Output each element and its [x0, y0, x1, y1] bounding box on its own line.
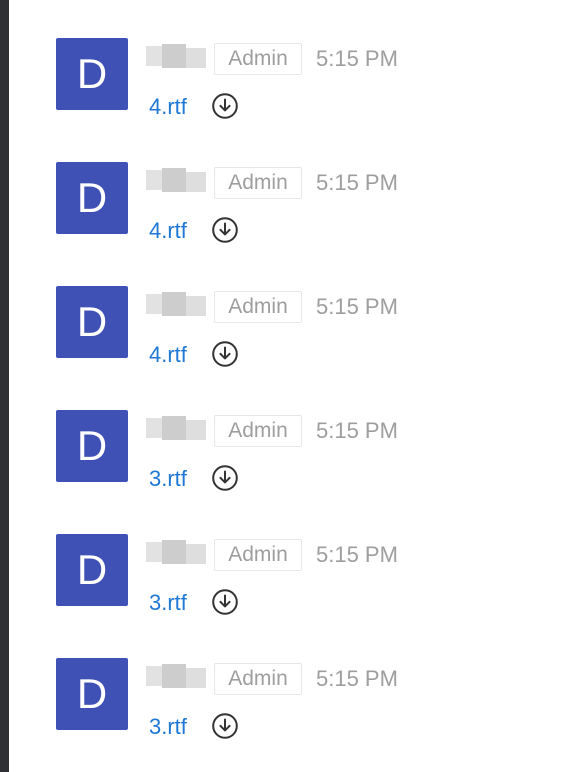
message-feed: D Admin 5:15 PM 4.rtf D Admin 5:15 PM 4.…: [0, 0, 566, 772]
redaction-blur: [146, 294, 162, 314]
redaction-blur: [162, 540, 186, 564]
avatar[interactable]: D: [56, 534, 128, 606]
message-time: 5:15 PM: [316, 666, 398, 691]
redaction-blur: [186, 296, 206, 316]
role-badge: Admin: [214, 43, 302, 75]
redaction-blur: [162, 292, 186, 316]
message-time: 5:15 PM: [316, 418, 398, 443]
avatar[interactable]: D: [56, 658, 128, 730]
avatar[interactable]: D: [56, 162, 128, 234]
avatar[interactable]: D: [56, 286, 128, 358]
sender-name-redacted: [140, 288, 210, 324]
redaction-blur: [146, 418, 162, 438]
sender-name-redacted: [140, 412, 210, 448]
message-time: 5:15 PM: [316, 170, 398, 195]
file-link[interactable]: 4.rtf: [149, 94, 187, 120]
file-link[interactable]: 3.rtf: [149, 466, 187, 492]
redaction-blur: [186, 544, 206, 564]
role-badge: Admin: [214, 663, 302, 695]
message-item: D Admin 5:15 PM 4.rtf: [0, 248, 566, 372]
redaction-blur: [186, 172, 206, 192]
download-icon[interactable]: [211, 588, 239, 616]
download-icon[interactable]: [211, 340, 239, 368]
message-item: D Admin 5:15 PM 4.rtf: [0, 124, 566, 248]
role-badge: Admin: [214, 291, 302, 323]
file-link[interactable]: 3.rtf: [149, 714, 187, 740]
redaction-blur: [162, 44, 186, 68]
message-time: 5:15 PM: [316, 46, 398, 71]
redaction-blur: [186, 48, 206, 68]
redaction-blur: [146, 170, 162, 190]
redaction-blur: [146, 666, 162, 686]
role-badge: Admin: [214, 167, 302, 199]
message-item: D Admin 5:15 PM 3.rtf: [0, 372, 566, 496]
redaction-blur: [162, 664, 186, 688]
sender-name-redacted: [140, 40, 210, 76]
message-item: D Admin 5:15 PM 4.rtf: [0, 0, 566, 124]
message-item: D Admin 5:15 PM 3.rtf: [0, 496, 566, 620]
redaction-blur: [162, 168, 186, 192]
file-link[interactable]: 4.rtf: [149, 218, 187, 244]
avatar[interactable]: D: [56, 38, 128, 110]
sender-name-redacted: [140, 536, 210, 572]
download-icon[interactable]: [211, 216, 239, 244]
role-badge: Admin: [214, 415, 302, 447]
redaction-blur: [162, 416, 186, 440]
sender-name-redacted: [140, 660, 210, 696]
file-link[interactable]: 4.rtf: [149, 342, 187, 368]
avatar[interactable]: D: [56, 410, 128, 482]
sender-name-redacted: [140, 164, 210, 200]
message-time: 5:15 PM: [316, 294, 398, 319]
download-icon[interactable]: [211, 712, 239, 740]
message-time: 5:15 PM: [316, 542, 398, 567]
redaction-blur: [186, 420, 206, 440]
file-link[interactable]: 3.rtf: [149, 590, 187, 616]
message-item: D Admin 5:15 PM 3.rtf: [0, 620, 566, 744]
redaction-blur: [146, 542, 162, 562]
redaction-blur: [186, 668, 206, 688]
role-badge: Admin: [214, 539, 302, 571]
download-icon[interactable]: [211, 92, 239, 120]
redaction-blur: [146, 46, 162, 66]
download-icon[interactable]: [211, 464, 239, 492]
